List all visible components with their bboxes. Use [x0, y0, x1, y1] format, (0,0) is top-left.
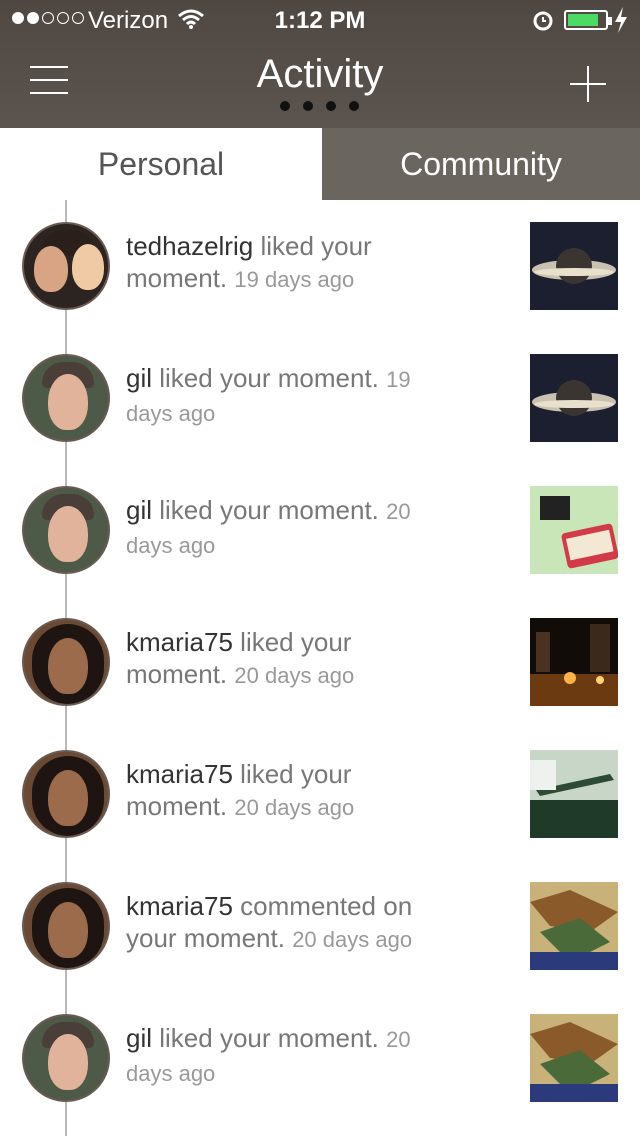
list-item[interactable]: gil liked your moment. 20 days ago	[0, 464, 640, 596]
moment-thumbnail[interactable]	[530, 354, 618, 442]
activity-feed: tedhazelrig liked your moment. 19 days a…	[0, 200, 640, 1124]
avatar[interactable]	[22, 1014, 110, 1102]
list-item[interactable]: gil liked your moment. 19 days ago	[0, 332, 640, 464]
moment-thumbnail[interactable]	[530, 750, 618, 838]
list-item[interactable]: kmaria75 liked your moment. 20 days ago	[0, 596, 640, 728]
avatar[interactable]	[22, 882, 110, 970]
status-bar: Verizon 1:12 PM	[0, 0, 640, 40]
avatar[interactable]	[22, 618, 110, 706]
moment-thumbnail[interactable]	[530, 486, 618, 574]
plus-icon[interactable]	[568, 64, 608, 104]
list-item[interactable]: gil liked your moment. 20 days ago	[0, 992, 640, 1124]
alarm-icon	[533, 11, 553, 31]
avatar[interactable]	[22, 750, 110, 838]
activity-text: tedhazelrig liked your moment. 19 days a…	[126, 231, 372, 293]
activity-text: gil liked your moment. 20 days ago	[126, 1023, 411, 1086]
avatar[interactable]	[22, 354, 110, 442]
avatar[interactable]	[22, 222, 110, 310]
moment-thumbnail[interactable]	[530, 882, 618, 970]
activity-text: kmaria75 commented on your moment. 20 da…	[126, 891, 413, 953]
list-item[interactable]: kmaria75 liked your moment. 20 days ago	[0, 728, 640, 860]
page-indicator	[280, 101, 359, 111]
top-bar: Verizon 1:12 PM Activity	[0, 0, 640, 128]
activity-text: gil liked your moment. 19 days ago	[126, 363, 411, 426]
list-item[interactable]: tedhazelrig liked your moment. 19 days a…	[0, 200, 640, 332]
tab-personal[interactable]: Personal	[0, 128, 322, 200]
battery-icon	[564, 10, 612, 30]
activity-text: gil liked your moment. 20 days ago	[126, 495, 411, 558]
activity-text: kmaria75 liked your moment. 20 days ago	[126, 759, 355, 821]
tab-bar: Personal Community	[0, 128, 640, 200]
page-title: Activity	[256, 52, 384, 96]
list-item[interactable]: kmaria75 commented on your moment. 20 da…	[0, 860, 640, 992]
avatar[interactable]	[22, 486, 110, 574]
activity-text: kmaria75 liked your moment. 20 days ago	[126, 627, 355, 689]
moment-thumbnail[interactable]	[530, 1014, 618, 1102]
moment-thumbnail[interactable]	[530, 618, 618, 706]
tab-community[interactable]: Community	[322, 128, 640, 200]
moment-thumbnail[interactable]	[530, 222, 618, 310]
charging-bolt-icon	[615, 7, 627, 33]
